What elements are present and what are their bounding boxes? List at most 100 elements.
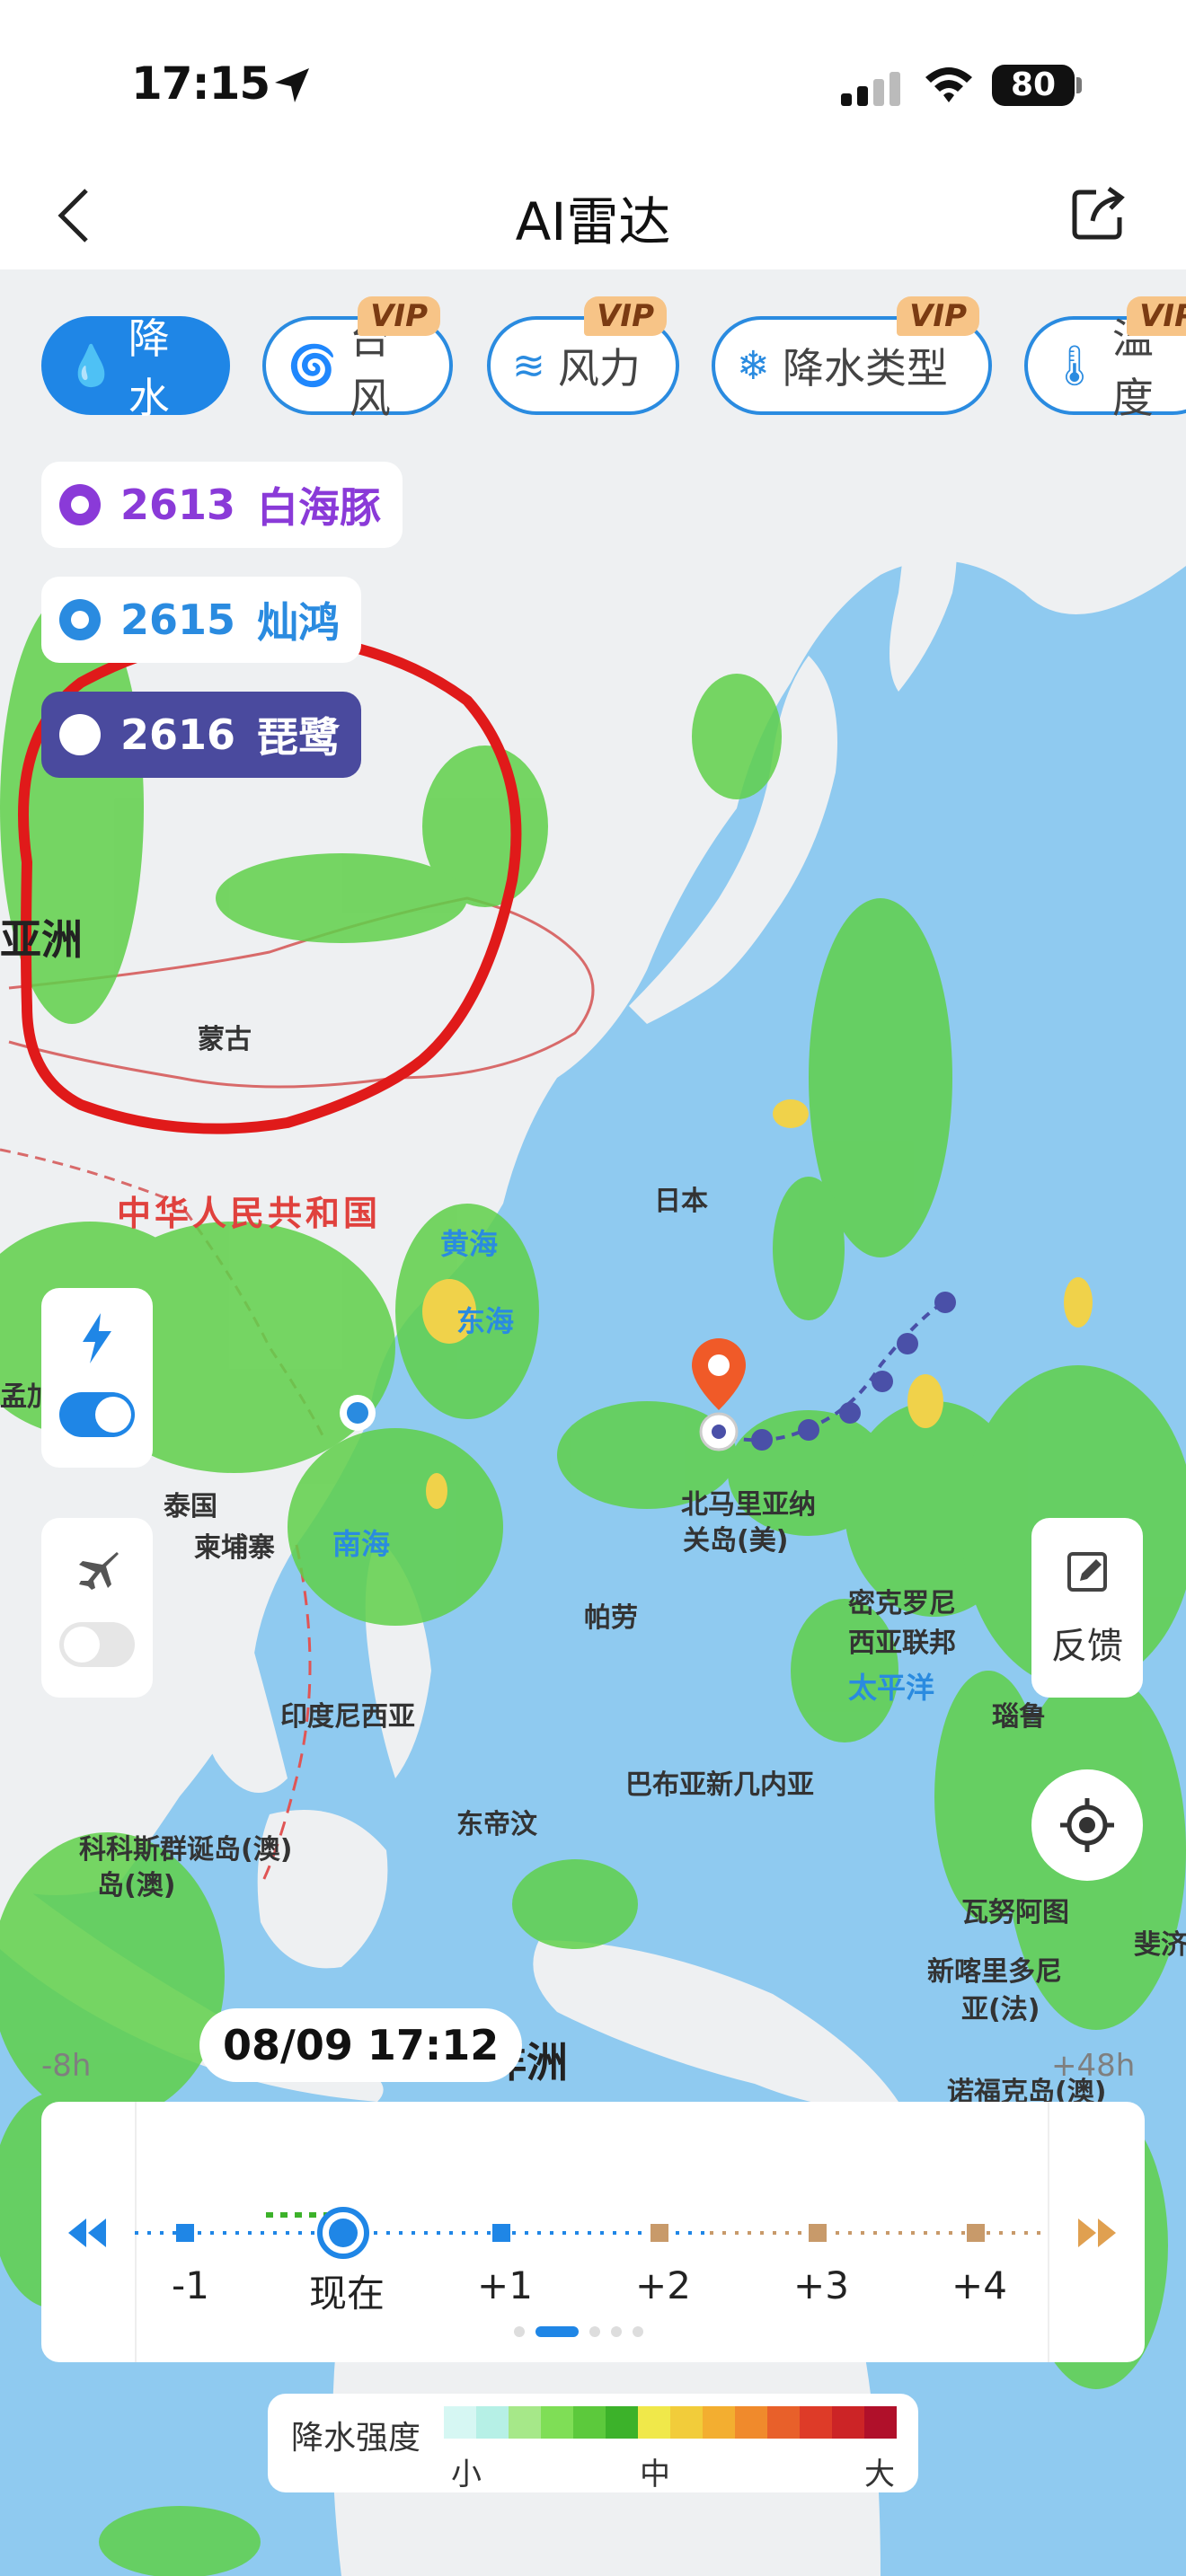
typhoon-item-2616[interactable]: 2616 琵鹭 bbox=[41, 692, 362, 778]
timeline-tick[interactable]: +2 bbox=[635, 2263, 691, 2307]
typhoon-icon bbox=[59, 714, 101, 755]
typhoon-icon bbox=[59, 484, 101, 525]
legend-swatch bbox=[767, 2406, 800, 2439]
typhoon-icon bbox=[59, 599, 101, 640]
legend-swatch bbox=[541, 2406, 573, 2439]
typhoon-item-2613[interactable]: 2613 白海豚 bbox=[41, 462, 403, 548]
label-png: 巴布亚新几内亚 bbox=[625, 1769, 814, 1801]
layer-chip-precip-type[interactable]: VIP ❄ 降水类型 bbox=[712, 296, 992, 415]
legend-title: 降水强度 bbox=[291, 2420, 421, 2457]
legend-swatch bbox=[573, 2406, 606, 2439]
locate-button[interactable] bbox=[1031, 1769, 1143, 1881]
timeline-tick[interactable]: -1 bbox=[172, 2263, 209, 2307]
feedback-button[interactable]: 反馈 bbox=[1031, 1518, 1143, 1698]
label-china: 中华人民共和国 bbox=[117, 1194, 382, 1233]
label-new-caledonia-1: 新喀里多尼 bbox=[927, 1956, 1062, 1988]
label-micronesia-2: 西亚联邦 bbox=[848, 1628, 956, 1659]
legend-swatch bbox=[832, 2406, 864, 2439]
label-guam: 关岛(美) bbox=[683, 1525, 789, 1557]
navigation-bar: AI雷达 bbox=[0, 162, 1186, 269]
share-icon[interactable] bbox=[1069, 185, 1127, 243]
layer-chip-precipitation[interactable]: 💧 降水 bbox=[41, 314, 230, 422]
battery-indicator: 80 bbox=[992, 65, 1075, 106]
thermometer-icon: 🌡 bbox=[1049, 343, 1100, 389]
precipitation-legend: 降水强度 小 中 大 bbox=[268, 2394, 918, 2492]
layer-chip-label: 降水类型 bbox=[782, 344, 948, 393]
timeline-tick[interactable]: +4 bbox=[951, 2263, 1007, 2307]
crosshair-icon bbox=[1060, 1798, 1114, 1852]
label-palau: 帕劳 bbox=[584, 1602, 638, 1634]
legend-swatch bbox=[800, 2406, 832, 2439]
timeline-tick[interactable]: +3 bbox=[793, 2263, 849, 2307]
vip-badge: VIP bbox=[1127, 296, 1186, 336]
typhoon-icon: 🌀 bbox=[288, 343, 337, 389]
legend-swatch bbox=[606, 2406, 638, 2439]
label-vanuatu: 瓦努阿图 bbox=[961, 1897, 1069, 1928]
divider bbox=[1048, 2102, 1049, 2362]
wind-icon: ≋ bbox=[512, 342, 545, 389]
lightning-control bbox=[41, 1288, 153, 1468]
cellular-signal-icon bbox=[841, 72, 900, 106]
label-indonesia: 印度尼西亚 bbox=[280, 1701, 415, 1733]
toggle-knob bbox=[95, 1397, 131, 1433]
airplane-icon bbox=[79, 1552, 119, 1590]
typhoon-id: 2615 bbox=[120, 595, 236, 644]
legend-swatch bbox=[864, 2406, 897, 2439]
layer-chip-label: 风力 bbox=[557, 344, 641, 393]
flight-toggle[interactable] bbox=[59, 1622, 135, 1667]
label-cocos-2: 岛(澳) bbox=[97, 1870, 176, 1901]
label-mongolia: 蒙古 bbox=[198, 1024, 252, 1055]
legend-swatch bbox=[670, 2406, 703, 2439]
label-northern-mariana: 北马里亚纳 bbox=[681, 1489, 816, 1521]
label-cocos-1: 科科斯群诞岛(澳) bbox=[79, 1834, 293, 1866]
layer-chip-typhoon[interactable]: VIP 🌀 台风 bbox=[262, 296, 453, 422]
lightning-toggle[interactable] bbox=[59, 1392, 135, 1437]
status-time: 17:15 bbox=[131, 57, 270, 110]
timeline-tick[interactable]: 现在 bbox=[309, 2263, 385, 2318]
page-title: AI雷达 bbox=[515, 191, 671, 252]
label-fiji: 斐济 bbox=[1134, 1929, 1186, 1961]
label-asia: 亚洲 bbox=[0, 915, 83, 964]
edit-icon bbox=[1067, 1552, 1107, 1592]
legend-high: 大 bbox=[864, 2457, 895, 2492]
timeline-end-tag: +48h bbox=[1051, 2048, 1136, 2084]
label-south-sea: 南海 bbox=[332, 1527, 391, 1561]
label-cambodia: 柬埔寨 bbox=[194, 1532, 275, 1564]
label-pacific: 太平洋 bbox=[848, 1671, 935, 1705]
layer-chip-temperature[interactable]: VIP 🌡 温度 bbox=[1024, 296, 1186, 422]
legend-swatch bbox=[735, 2406, 767, 2439]
label-micronesia-1: 密克罗尼 bbox=[848, 1588, 956, 1619]
page-indicator bbox=[514, 2326, 643, 2337]
battery-tip bbox=[1076, 77, 1082, 93]
legend-swatch bbox=[703, 2406, 735, 2439]
status-bar: 17:15 80 bbox=[0, 0, 1186, 162]
legend-swatch bbox=[509, 2406, 541, 2439]
legend-low: 小 bbox=[451, 2457, 482, 2492]
toggle-knob bbox=[64, 1627, 100, 1663]
layer-chip-wind[interactable]: VIP ≋ 风力 bbox=[487, 296, 679, 415]
fast-forward-icon[interactable] bbox=[1076, 2219, 1120, 2247]
vip-badge: VIP bbox=[584, 296, 667, 336]
typhoon-name: 灿鸿 bbox=[257, 598, 341, 647]
timeline-tick[interactable]: +1 bbox=[477, 2263, 533, 2307]
typhoon-item-2615[interactable]: 2615 灿鸿 bbox=[41, 577, 362, 663]
current-location-dot bbox=[340, 1395, 376, 1431]
feedback-label: 反馈 bbox=[1051, 1626, 1123, 1667]
label-new-caledonia-2: 亚(法) bbox=[961, 1994, 1040, 2025]
typhoon-id: 2616 bbox=[120, 710, 236, 759]
snow-rain-icon: ❄ bbox=[737, 342, 770, 389]
legend-swatch bbox=[444, 2406, 476, 2439]
location-arrow-icon bbox=[275, 68, 309, 102]
raindrop-icon: 💧 bbox=[66, 343, 116, 389]
label-east-timor: 东帝汶 bbox=[456, 1809, 537, 1840]
location-pin-icon[interactable] bbox=[692, 1338, 746, 1451]
timeline-track[interactable] bbox=[135, 2174, 1048, 2263]
current-time-bubble: 08/09 17:12 bbox=[199, 2008, 523, 2082]
typhoon-name: 琵鹭 bbox=[257, 713, 341, 762]
legend-swatch bbox=[476, 2406, 509, 2439]
vip-badge: VIP bbox=[897, 296, 979, 336]
rewind-icon[interactable] bbox=[65, 2219, 108, 2247]
typhoon-name: 白海豚 bbox=[257, 483, 382, 532]
label-east-sea: 东海 bbox=[456, 1304, 515, 1338]
timeline-start-tag: -8h bbox=[41, 2048, 92, 2084]
